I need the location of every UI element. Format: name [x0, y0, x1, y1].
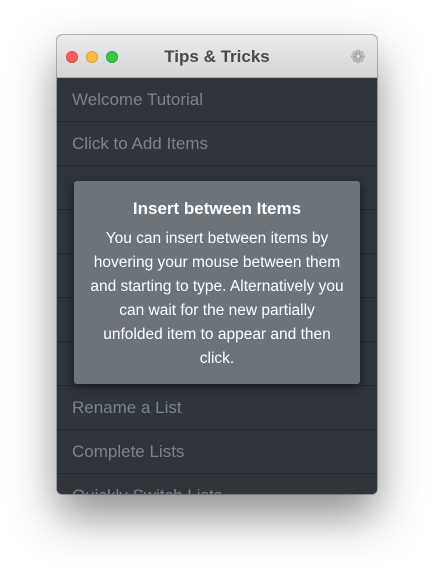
list-item[interactable]: Complete Lists: [57, 430, 377, 474]
popover-body: You can insert between items by hovering…: [90, 230, 344, 367]
list-item[interactable]: Click to Add Items: [57, 122, 377, 166]
title-bar: Tips & Tricks ❁: [57, 35, 377, 78]
tip-popover: Insert between Items You can insert betw…: [74, 181, 360, 384]
gear-icon[interactable]: ❁: [349, 48, 367, 66]
list-item[interactable]: Rename a List: [57, 386, 377, 430]
list-item[interactable]: Welcome Tutorial: [57, 78, 377, 122]
popover-title: Insert between Items: [132, 199, 302, 218]
window-title: Tips & Tricks: [164, 47, 270, 66]
list-item[interactable]: Quickly Switch Lists: [57, 474, 377, 494]
